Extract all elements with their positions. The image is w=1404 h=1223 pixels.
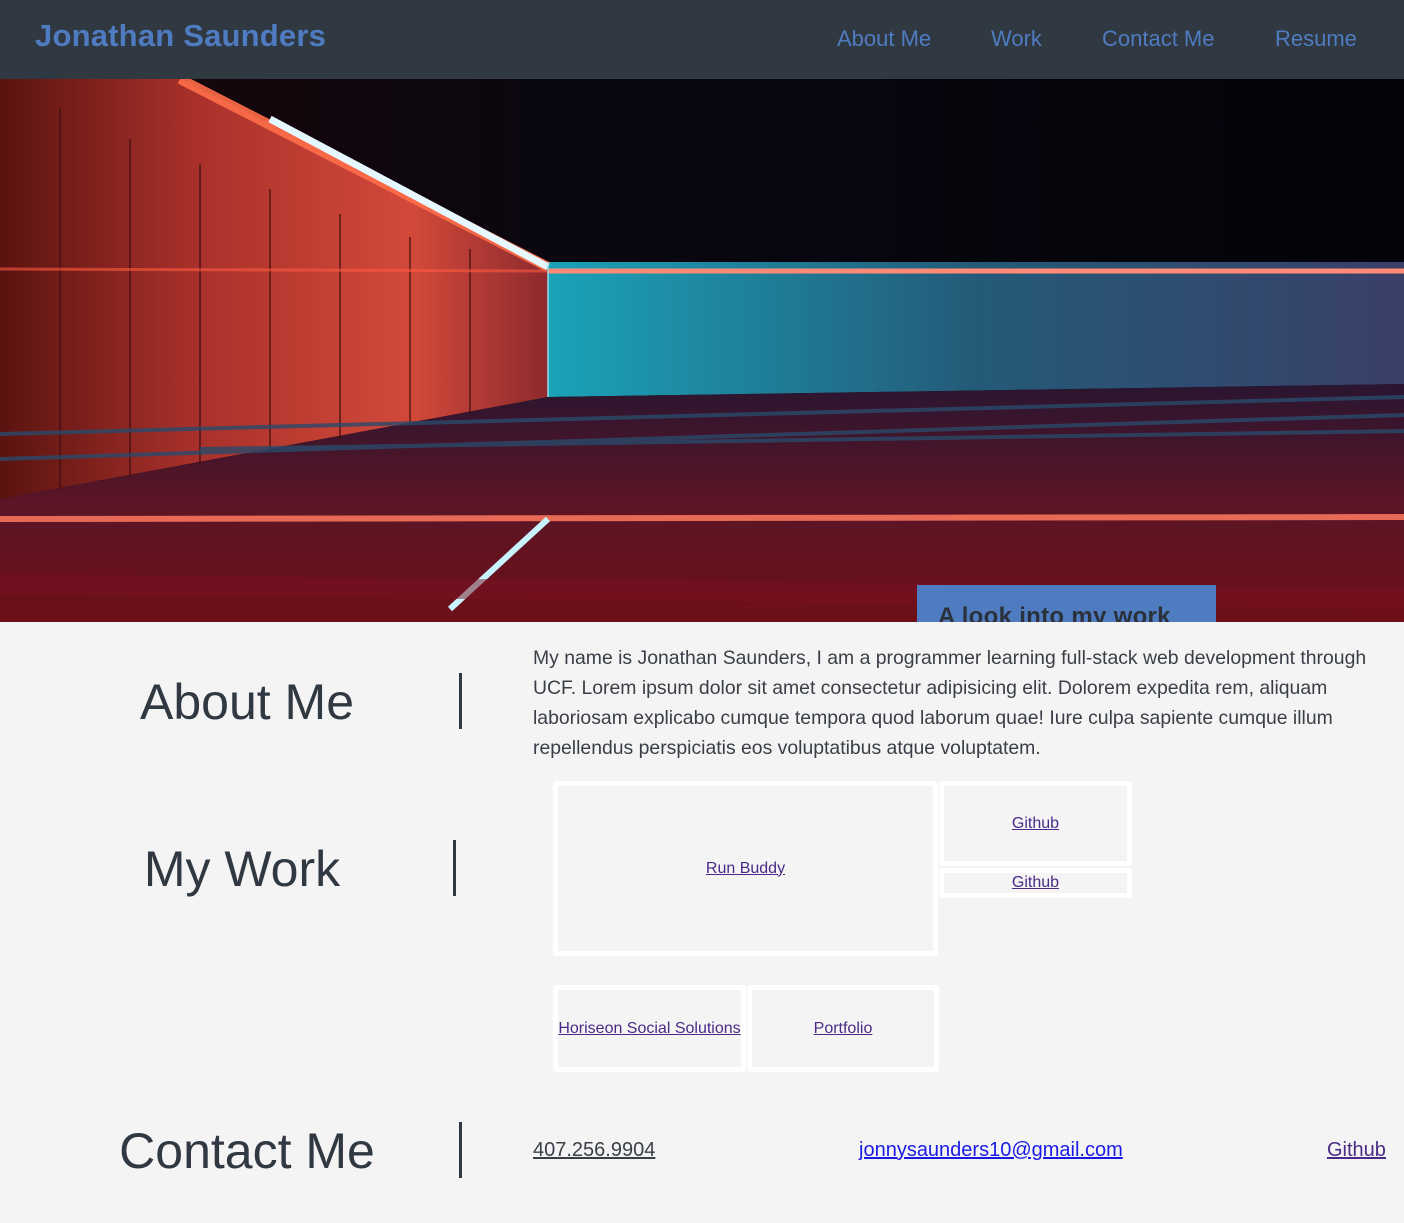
project-link-github-2[interactable]: Github <box>1012 874 1059 892</box>
nav-link-about-me[interactable]: About Me <box>837 26 931 52</box>
hero-banner: A look into my work <box>0 79 1404 622</box>
project-link-portfolio[interactable]: Portfolio <box>814 1020 873 1038</box>
nav-link-contact-me[interactable]: Contact Me <box>1102 26 1215 52</box>
project-card-horiseon: Horiseon Social Solutions <box>553 985 746 1072</box>
project-card-portfolio: Portfolio <box>747 985 939 1072</box>
contact-phone-link[interactable]: 407.256.9904 <box>533 1139 655 1162</box>
look-into-work-button[interactable]: A look into my work <box>917 585 1216 622</box>
contact-github-link[interactable]: Github <box>1327 1139 1386 1162</box>
contact-email-link[interactable]: jonnysaunders10@gmail.com <box>859 1139 1123 1162</box>
work-title: My Work <box>143 841 341 897</box>
about-divider <box>459 673 462 729</box>
project-link-horiseon[interactable]: Horiseon Social Solutions <box>558 1020 740 1038</box>
nav-link-resume[interactable]: Resume <box>1275 26 1357 52</box>
project-card-github-2: Github <box>939 868 1132 898</box>
contact-divider <box>459 1122 462 1178</box>
nav-link-work[interactable]: Work <box>991 26 1042 52</box>
site-header: Jonathan Saunders About Me Work Contact … <box>0 0 1404 79</box>
project-card-run-buddy: Run Buddy <box>553 781 938 956</box>
about-text: My name is Jonathan Saunders, I am a pro… <box>533 647 1367 759</box>
about-title: About Me <box>139 674 354 730</box>
work-divider <box>453 840 456 896</box>
project-link-github-1[interactable]: Github <box>1012 815 1059 833</box>
contact-title: Contact Me <box>119 1123 375 1179</box>
project-link-run-buddy[interactable]: Run Buddy <box>706 860 785 878</box>
project-card-github-1: Github <box>939 781 1132 866</box>
hero-background-image <box>0 79 1404 622</box>
site-brand[interactable]: Jonathan Saunders <box>35 18 326 54</box>
